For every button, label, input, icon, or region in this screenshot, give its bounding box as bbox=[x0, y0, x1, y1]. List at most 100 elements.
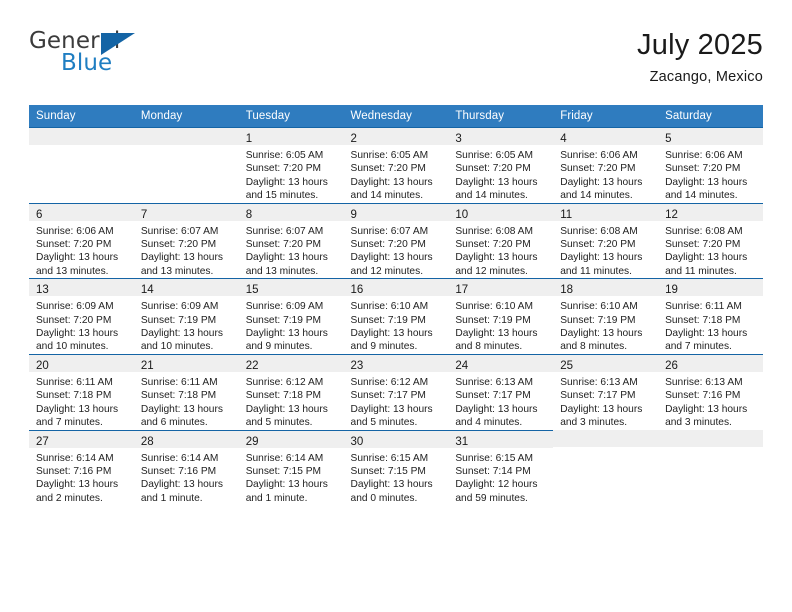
day-number: 25 bbox=[560, 359, 574, 372]
calendar-table: Sunday Monday Tuesday Wednesday Thursday… bbox=[29, 105, 763, 506]
day-number: 31 bbox=[455, 435, 469, 448]
sunset-time: Sunset: 7:18 PM bbox=[665, 314, 741, 326]
day-number-band: 16 bbox=[343, 279, 449, 297]
daylight-duration-line2: and 14 minutes. bbox=[665, 190, 738, 202]
day-details: Sunrise: 6:11 AM Sunset: 7:18 PM Daylight:… bbox=[134, 372, 239, 430]
daylight-duration-line1: Daylight: 13 hours bbox=[350, 479, 433, 491]
day-details: Sunrise: 6:11 AM Sunset: 7:18 PM Daylight:… bbox=[658, 296, 763, 354]
day-details: Sunrise: 6:15 AM Sunset: 7:14 PM Daylight:… bbox=[448, 448, 553, 506]
daylight-duration-line2: and 9 minutes. bbox=[350, 341, 418, 353]
day-number-band: 15 bbox=[238, 279, 344, 297]
sunset-time: Sunset: 7:20 PM bbox=[245, 163, 322, 175]
calendar-day-cell[interactable]: 2 Sunrise: 6:05 AM Sunset: 7:20 PM Daylight… bbox=[343, 127, 449, 204]
general-blue-logo[interactable]: General Blue bbox=[29, 28, 159, 84]
daylight-duration-line2: and 5 minutes. bbox=[245, 417, 313, 429]
day-number: 19 bbox=[665, 284, 678, 297]
sunrise-time: Sunrise: 6:08 AM bbox=[560, 225, 638, 237]
calendar-day-cell[interactable]: 11 Sunrise: 6:08 AM Sunset: 7:20 PM Dayligh… bbox=[553, 202, 659, 279]
calendar-day-cell[interactable]: 13 Sunrise: 6:09 AM Sunset: 7:20 PM Dayligh… bbox=[29, 278, 134, 355]
calendar-day-cell[interactable]: 17 Sunrise: 6:10 AM Sunset: 7:19 PM Dayligh… bbox=[448, 278, 554, 355]
calendar-day-cell[interactable]: 28 Sunrise: 6:14 AM Sunset: 7:16 PM Dayligh… bbox=[133, 429, 239, 506]
daylight-duration-line2: and 4 minutes. bbox=[455, 417, 523, 429]
day-number: 23 bbox=[350, 359, 364, 372]
sunrise-time: Sunrise: 6:11 AM bbox=[665, 301, 742, 313]
daylight-duration-line2: and 9 minutes. bbox=[245, 341, 313, 353]
sunset-time: Sunset: 7:20 PM bbox=[665, 163, 741, 175]
daylight-duration-line1: Daylight: 13 hours bbox=[560, 252, 643, 264]
logo-text-blue: Blue bbox=[61, 50, 113, 76]
day-number-band: 10 bbox=[448, 203, 554, 221]
calendar-day-cell[interactable]: 24 Sunrise: 6:13 AM Sunset: 7:17 PM Dayligh… bbox=[448, 353, 554, 430]
day-number: 17 bbox=[455, 284, 469, 297]
daylight-duration-line1: Daylight: 13 hours bbox=[36, 252, 119, 264]
calendar-week-row: 6 Sunrise: 6:06 AM Sunset: 7:20 PM Daylight… bbox=[29, 202, 763, 279]
calendar-day-cell[interactable]: 14 Sunrise: 6:09 AM Sunset: 7:19 PM Dayligh… bbox=[133, 278, 239, 355]
day-number: 5 bbox=[665, 133, 672, 145]
calendar-day-cell[interactable]: 26 Sunrise: 6:13 AM Sunset: 7:16 PM Dayligh… bbox=[658, 353, 763, 430]
sunset-time: Sunset: 7:20 PM bbox=[455, 239, 531, 251]
daylight-duration-line2: and 3 minutes. bbox=[665, 417, 732, 429]
calendar-day-cell[interactable]: 27 Sunrise: 6:14 AM Sunset: 7:16 PM Dayligh… bbox=[29, 429, 134, 506]
calendar-day-cell[interactable]: 15 Sunrise: 6:09 AM Sunset: 7:19 PM Dayligh… bbox=[238, 278, 344, 355]
day-number: 18 bbox=[560, 284, 574, 297]
day-details: Sunrise: 6:05 AM Sunset: 7:20 PM Daylight:… bbox=[239, 145, 344, 203]
calendar-day-cell[interactable]: 31 Sunrise: 6:15 AM Sunset: 7:14 PM Dayligh… bbox=[448, 429, 554, 506]
calendar-day-cell[interactable]: 23 Sunrise: 6:12 AM Sunset: 7:17 PM Dayligh… bbox=[343, 353, 449, 430]
daylight-duration-line2: and 10 minutes. bbox=[36, 341, 109, 353]
calendar-day-cell[interactable]: 10 Sunrise: 6:08 AM Sunset: 7:20 PM Dayligh… bbox=[448, 202, 554, 279]
calendar-day-cell[interactable]: 12 Sunrise: 6:08 AM Sunset: 7:20 PM Dayligh… bbox=[658, 202, 763, 279]
day-details: Sunrise: 6:13 AM Sunset: 7:16 PM Daylight:… bbox=[658, 372, 763, 430]
daylight-duration-line1: Daylight: 13 hours bbox=[140, 328, 223, 340]
sunset-time: Sunset: 7:19 PM bbox=[455, 314, 531, 326]
calendar-day-cell[interactable]: 29 Sunrise: 6:14 AM Sunset: 7:15 PM Dayligh… bbox=[238, 429, 344, 506]
daylight-duration-line1: Daylight: 13 hours bbox=[36, 328, 119, 340]
day-number: 29 bbox=[245, 435, 259, 448]
weekday-header-saturday: Saturday bbox=[658, 105, 763, 128]
calendar-day-cell[interactable]: 9 Sunrise: 6:07 AM Sunset: 7:20 PM Daylight… bbox=[343, 202, 449, 279]
calendar-day-cell[interactable]: 8 Sunrise: 6:07 AM Sunset: 7:20 PM Daylight… bbox=[238, 202, 344, 279]
calendar-day-cell[interactable]: 7 Sunrise: 6:07 AM Sunset: 7:20 PM Daylight… bbox=[133, 202, 239, 279]
daylight-duration-line1: Daylight: 13 hours bbox=[350, 252, 433, 264]
daylight-duration-line1: Daylight: 13 hours bbox=[245, 479, 328, 491]
calendar-day-cell[interactable]: 25 Sunrise: 6:13 AM Sunset: 7:17 PM Dayligh… bbox=[553, 353, 659, 430]
daylight-duration-line1: Daylight: 13 hours bbox=[560, 176, 643, 188]
calendar-day-cell[interactable]: 20 Sunrise: 6:11 AM Sunset: 7:18 PM Dayligh… bbox=[29, 353, 134, 430]
calendar-day-cell[interactable]: 6 Sunrise: 6:06 AM Sunset: 7:20 PM Daylight… bbox=[29, 202, 134, 279]
calendar-day-cell[interactable]: 30 Sunrise: 6:15 AM Sunset: 7:15 PM Dayligh… bbox=[343, 429, 449, 506]
daylight-duration-line2: and 3 minutes. bbox=[560, 417, 628, 429]
sunset-time: Sunset: 7:20 PM bbox=[36, 314, 112, 326]
page-title: July 2025 bbox=[637, 29, 763, 61]
weekday-header-sunday: Sunday bbox=[29, 105, 134, 128]
daylight-duration-line1: Daylight: 13 hours bbox=[665, 403, 748, 415]
calendar-day-cell[interactable]: 21 Sunrise: 6:11 AM Sunset: 7:18 PM Dayligh… bbox=[133, 353, 239, 430]
day-number-band bbox=[29, 128, 134, 145]
calendar-day-cell[interactable]: 19 Sunrise: 6:11 AM Sunset: 7:18 PM Dayligh… bbox=[658, 278, 763, 355]
calendar-day-cell[interactable]: 1 Sunrise: 6:05 AM Sunset: 7:20 PM Daylight… bbox=[238, 127, 344, 204]
calendar-day-cell[interactable]: 4 Sunrise: 6:06 AM Sunset: 7:20 PM Daylight… bbox=[553, 127, 659, 204]
daylight-duration-line2: and 1 minute. bbox=[245, 492, 308, 504]
sunset-time: Sunset: 7:19 PM bbox=[560, 314, 636, 326]
daylight-duration-line2: and 7 minutes. bbox=[665, 341, 732, 353]
calendar-day-cell[interactable]: 22 Sunrise: 6:12 AM Sunset: 7:18 PM Dayligh… bbox=[238, 353, 344, 430]
day-number-band: 5 bbox=[658, 128, 763, 145]
weekday-header-thursday: Thursday bbox=[448, 105, 554, 128]
calendar-day-cell[interactable]: 16 Sunrise: 6:10 AM Sunset: 7:19 PM Dayligh… bbox=[343, 278, 449, 355]
daylight-duration-line1: Daylight: 13 hours bbox=[455, 403, 538, 415]
daylight-duration-line2: and 1 minute. bbox=[140, 492, 203, 504]
sunrise-time: Sunrise: 6:10 AM bbox=[560, 301, 638, 313]
sunrise-time: Sunrise: 6:14 AM bbox=[245, 452, 324, 464]
day-number-band: 14 bbox=[133, 279, 239, 297]
sunset-time: Sunset: 7:20 PM bbox=[455, 163, 531, 175]
page-subtitle-location: Zacango, Mexico bbox=[649, 69, 763, 86]
calendar-day-cell[interactable]: 3 Sunrise: 6:05 AM Sunset: 7:20 PM Daylight… bbox=[448, 127, 554, 204]
day-number-band: 3 bbox=[448, 128, 554, 145]
day-number-band: 11 bbox=[553, 203, 659, 221]
day-number-band: 21 bbox=[133, 354, 239, 372]
weekday-header-friday: Friday bbox=[553, 105, 659, 128]
day-number: 22 bbox=[245, 359, 259, 372]
daylight-duration-line2: and 6 minutes. bbox=[140, 417, 208, 429]
sunrise-time: Sunrise: 6:14 AM bbox=[36, 452, 114, 464]
calendar-day-cell[interactable]: 5 Sunrise: 6:06 AM Sunset: 7:20 PM Daylight… bbox=[658, 127, 763, 204]
sunset-time: Sunset: 7:16 PM bbox=[36, 465, 112, 477]
calendar-day-cell[interactable]: 18 Sunrise: 6:10 AM Sunset: 7:19 PM Dayligh… bbox=[553, 278, 659, 355]
